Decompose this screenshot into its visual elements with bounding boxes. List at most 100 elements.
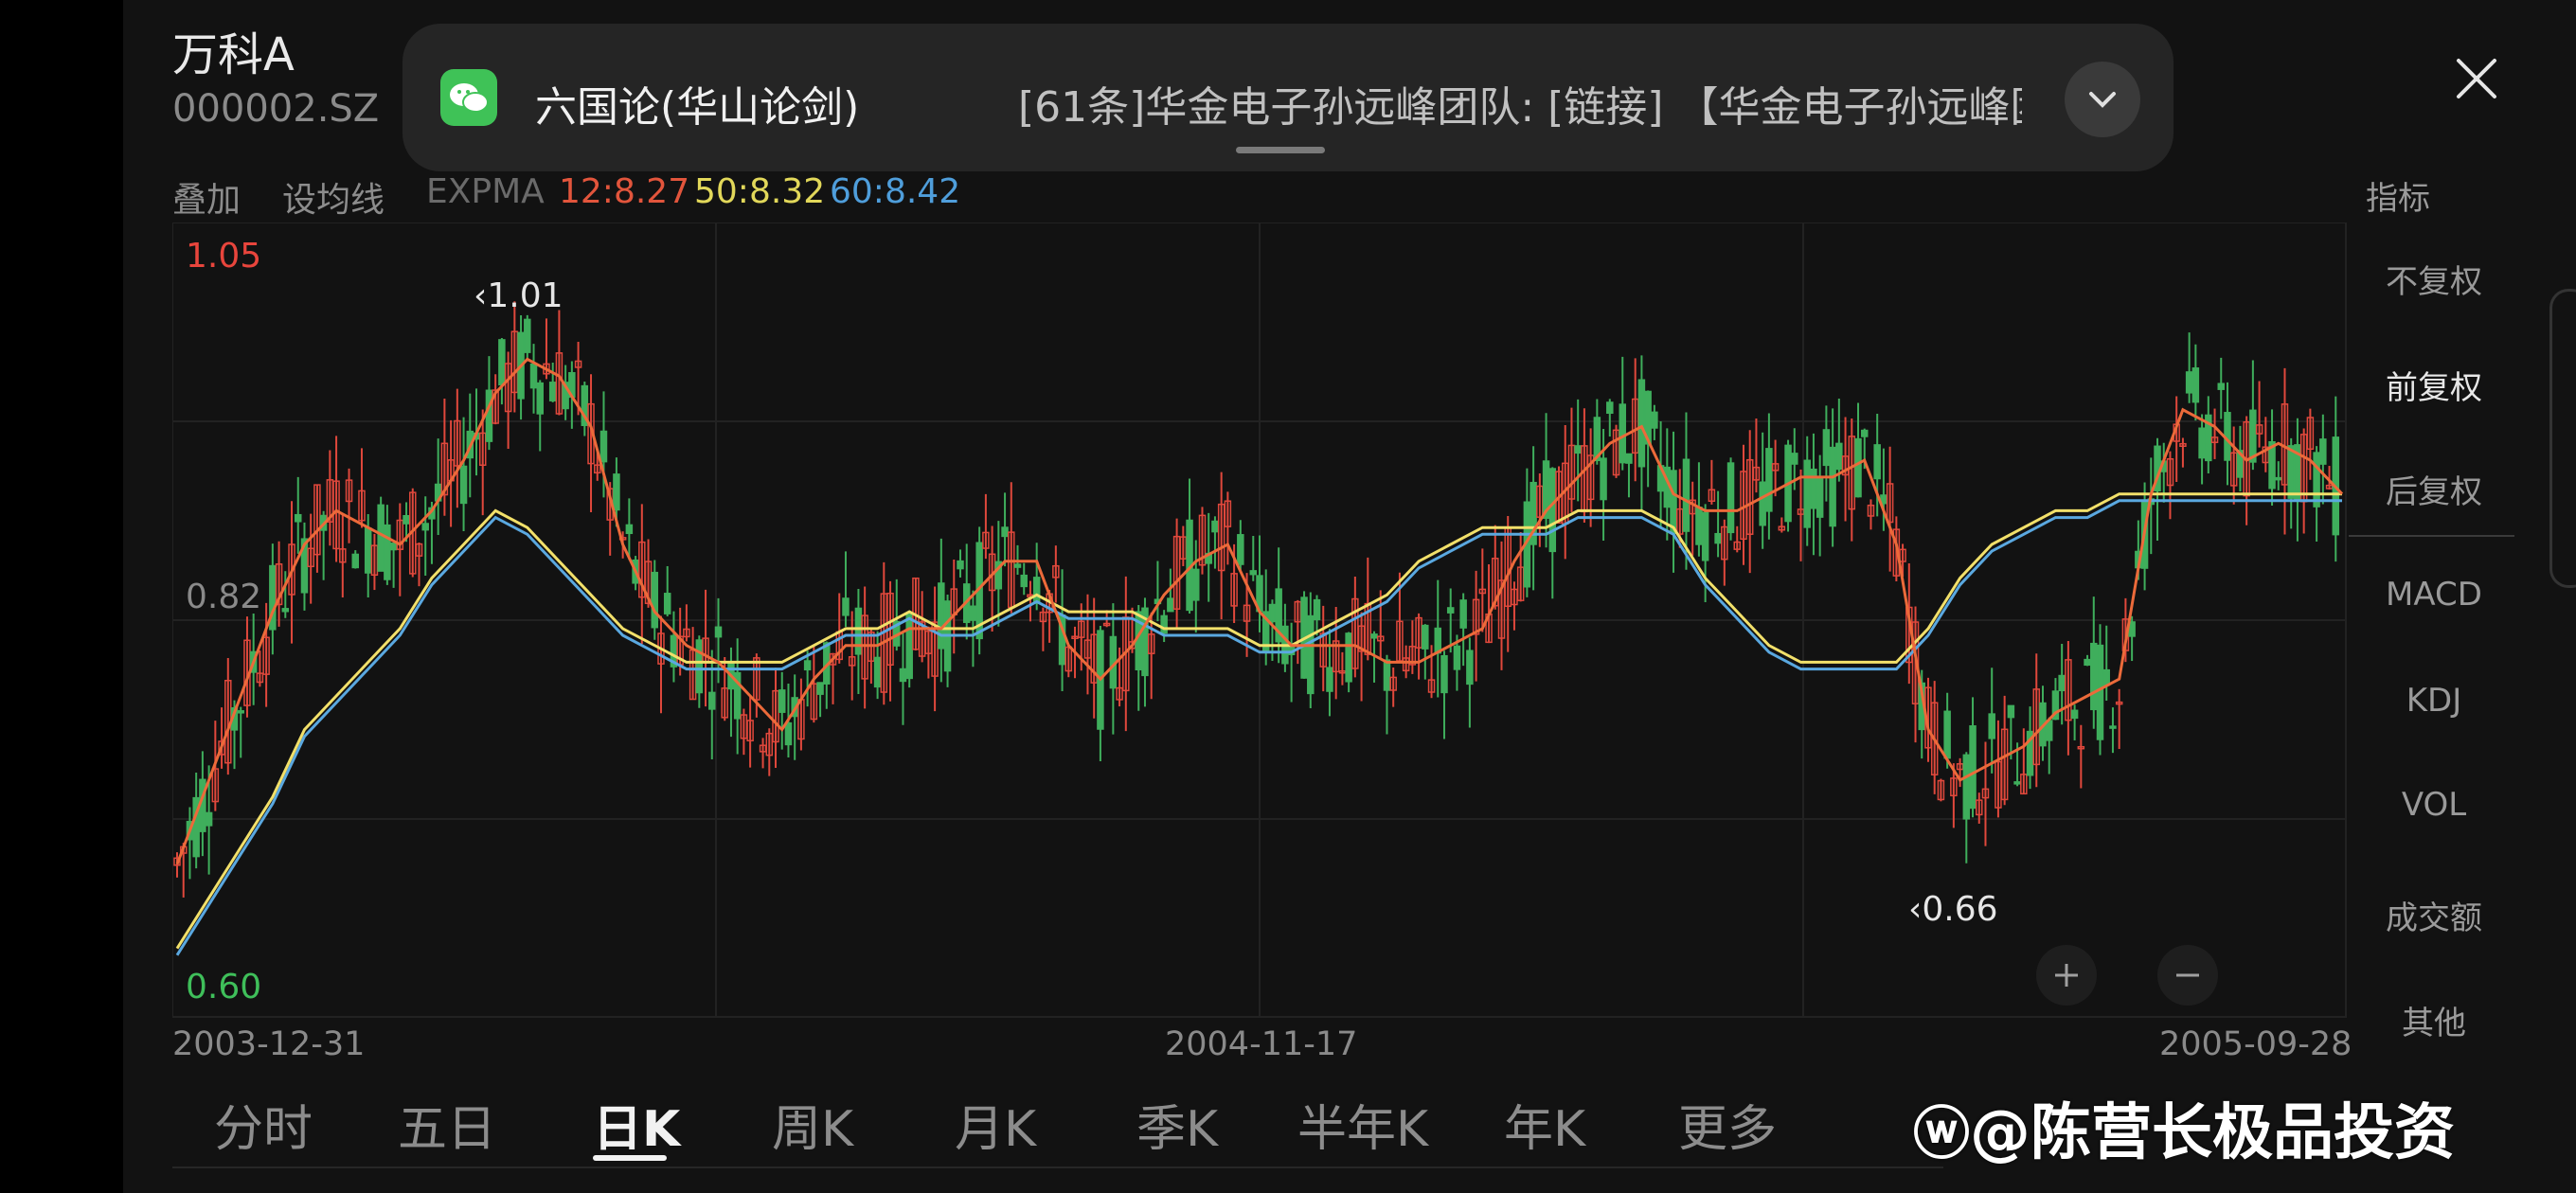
- candle: [2294, 418, 2301, 542]
- candle: [587, 374, 595, 513]
- candle-body: [1943, 710, 1951, 759]
- tab-daily-k[interactable]: 日K: [593, 1089, 680, 1160]
- candle-body: [536, 382, 544, 415]
- candle-body: [2287, 445, 2295, 499]
- candle-body: [2007, 704, 2015, 719]
- candle: [536, 380, 544, 452]
- candle: [1154, 561, 1162, 622]
- candle-body: [2319, 438, 2327, 465]
- candle-body: [1829, 446, 1836, 527]
- candle: [651, 560, 659, 640]
- wechat-notification[interactable]: 六国论(华山论剑) [61条]华金电子孙远峰团队: [链接] 【华金电子孙远峰团…: [402, 24, 2174, 171]
- candle: [2210, 408, 2219, 459]
- candle: [1472, 570, 1480, 682]
- candle: [708, 650, 716, 759]
- candle: [224, 657, 232, 775]
- candle-body: [1440, 654, 1448, 694]
- candle: [562, 365, 569, 420]
- rp-item-no-adjust[interactable]: 不复权: [2349, 256, 2519, 302]
- candle: [2255, 381, 2263, 448]
- candle-body: [389, 543, 398, 551]
- candle: [1726, 457, 1735, 541]
- candle: [962, 543, 971, 640]
- plus-icon: [2055, 964, 2078, 987]
- candle-body: [2198, 427, 2206, 459]
- rp-item-turnover[interactable]: 成交额: [2349, 892, 2519, 938]
- candle: [683, 604, 690, 642]
- candle: [1625, 453, 1633, 498]
- tab-half-year-k[interactable]: 半年K: [1297, 1089, 1428, 1160]
- side-scroll-handle[interactable]: [2549, 289, 2576, 588]
- candle: [2191, 344, 2200, 421]
- notification-drag-handle[interactable]: [1236, 147, 1325, 153]
- candle-body: [1873, 444, 1881, 480]
- candle: [2115, 688, 2123, 750]
- candle-body: [1726, 462, 1735, 534]
- tab-five-day[interactable]: 五日: [398, 1089, 496, 1160]
- low-marker: ‹0.66: [1908, 890, 1998, 929]
- tab-quarterly-k[interactable]: 季K: [1136, 1089, 1218, 1160]
- candle-body: [1211, 520, 1219, 533]
- candle: [778, 671, 786, 750]
- weibo-icon: ⓦ: [1913, 1101, 1970, 1167]
- candle: [1651, 404, 1658, 440]
- candle: [2090, 596, 2098, 729]
- candle-body: [873, 656, 882, 688]
- candle-body: [1651, 411, 1658, 429]
- candle: [791, 674, 798, 760]
- zoom-in-button[interactable]: [2036, 945, 2097, 1006]
- rp-item-macd[interactable]: MACD: [2349, 576, 2519, 614]
- notification-sender: 六国论(华山论剑): [535, 83, 860, 132]
- rp-item-backward-adjust[interactable]: 后复权: [2349, 466, 2519, 512]
- candle: [1574, 399, 1582, 502]
- overlay-button[interactable]: 叠加: [172, 172, 241, 222]
- candle-body: [1625, 453, 1633, 464]
- candle: [765, 728, 774, 776]
- candle: [307, 513, 314, 604]
- candle: [498, 337, 506, 405]
- candle: [1835, 399, 1843, 482]
- candle: [2198, 414, 2206, 485]
- rp-item-vol[interactable]: VOL: [2349, 786, 2519, 824]
- candle: [2084, 654, 2091, 667]
- candle-body: [1249, 570, 1258, 576]
- candle: [1581, 408, 1588, 524]
- candle: [994, 521, 1003, 627]
- candle-body: [854, 607, 863, 655]
- kline-chart[interactable]: [172, 223, 2347, 1018]
- candle-body: [1167, 597, 1174, 613]
- candle: [529, 344, 538, 414]
- candle-body: [2275, 476, 2282, 481]
- rp-item-kdj[interactable]: KDJ: [2349, 682, 2519, 720]
- candle: [2102, 625, 2110, 701]
- tab-yearly-k[interactable]: 年K: [1504, 1089, 1585, 1160]
- zoom-out-button[interactable]: [2157, 945, 2218, 1006]
- tab-monthly-k[interactable]: 月K: [955, 1089, 1036, 1160]
- indicators-button[interactable]: 指标: [2366, 172, 2430, 219]
- candle: [1179, 525, 1188, 566]
- candle-body: [421, 523, 429, 531]
- candle: [1326, 629, 1333, 717]
- expand-notification-button[interactable]: [2065, 62, 2140, 137]
- candle: [1497, 541, 1506, 670]
- candle-body: [1032, 577, 1041, 602]
- y-label-mid: 0.82: [186, 578, 262, 616]
- set-ma-button[interactable]: 设均线: [282, 172, 385, 222]
- tab-minute[interactable]: 分时: [214, 1089, 313, 1160]
- candle: [695, 635, 704, 708]
- tab-weekly-k[interactable]: 周K: [772, 1089, 853, 1160]
- candle-body: [364, 527, 372, 574]
- candle: [1536, 472, 1544, 547]
- candle-body: [1422, 624, 1429, 650]
- rp-item-other[interactable]: 其他: [2349, 997, 2519, 1043]
- candle: [447, 419, 455, 527]
- candle: [243, 616, 251, 718]
- notification-message: [61条]华金电子孙远峰团队: [链接] 【华金电子孙远峰团…: [1018, 83, 2022, 132]
- tab-more[interactable]: 更多: [1678, 1089, 1777, 1160]
- close-button[interactable]: [2443, 45, 2510, 112]
- candle: [1810, 433, 1817, 556]
- rp-item-forward-adjust[interactable]: 前复权: [2349, 362, 2519, 408]
- candle-body: [842, 597, 850, 616]
- expma50-value: 50:8.32: [694, 172, 826, 211]
- candle: [657, 615, 665, 714]
